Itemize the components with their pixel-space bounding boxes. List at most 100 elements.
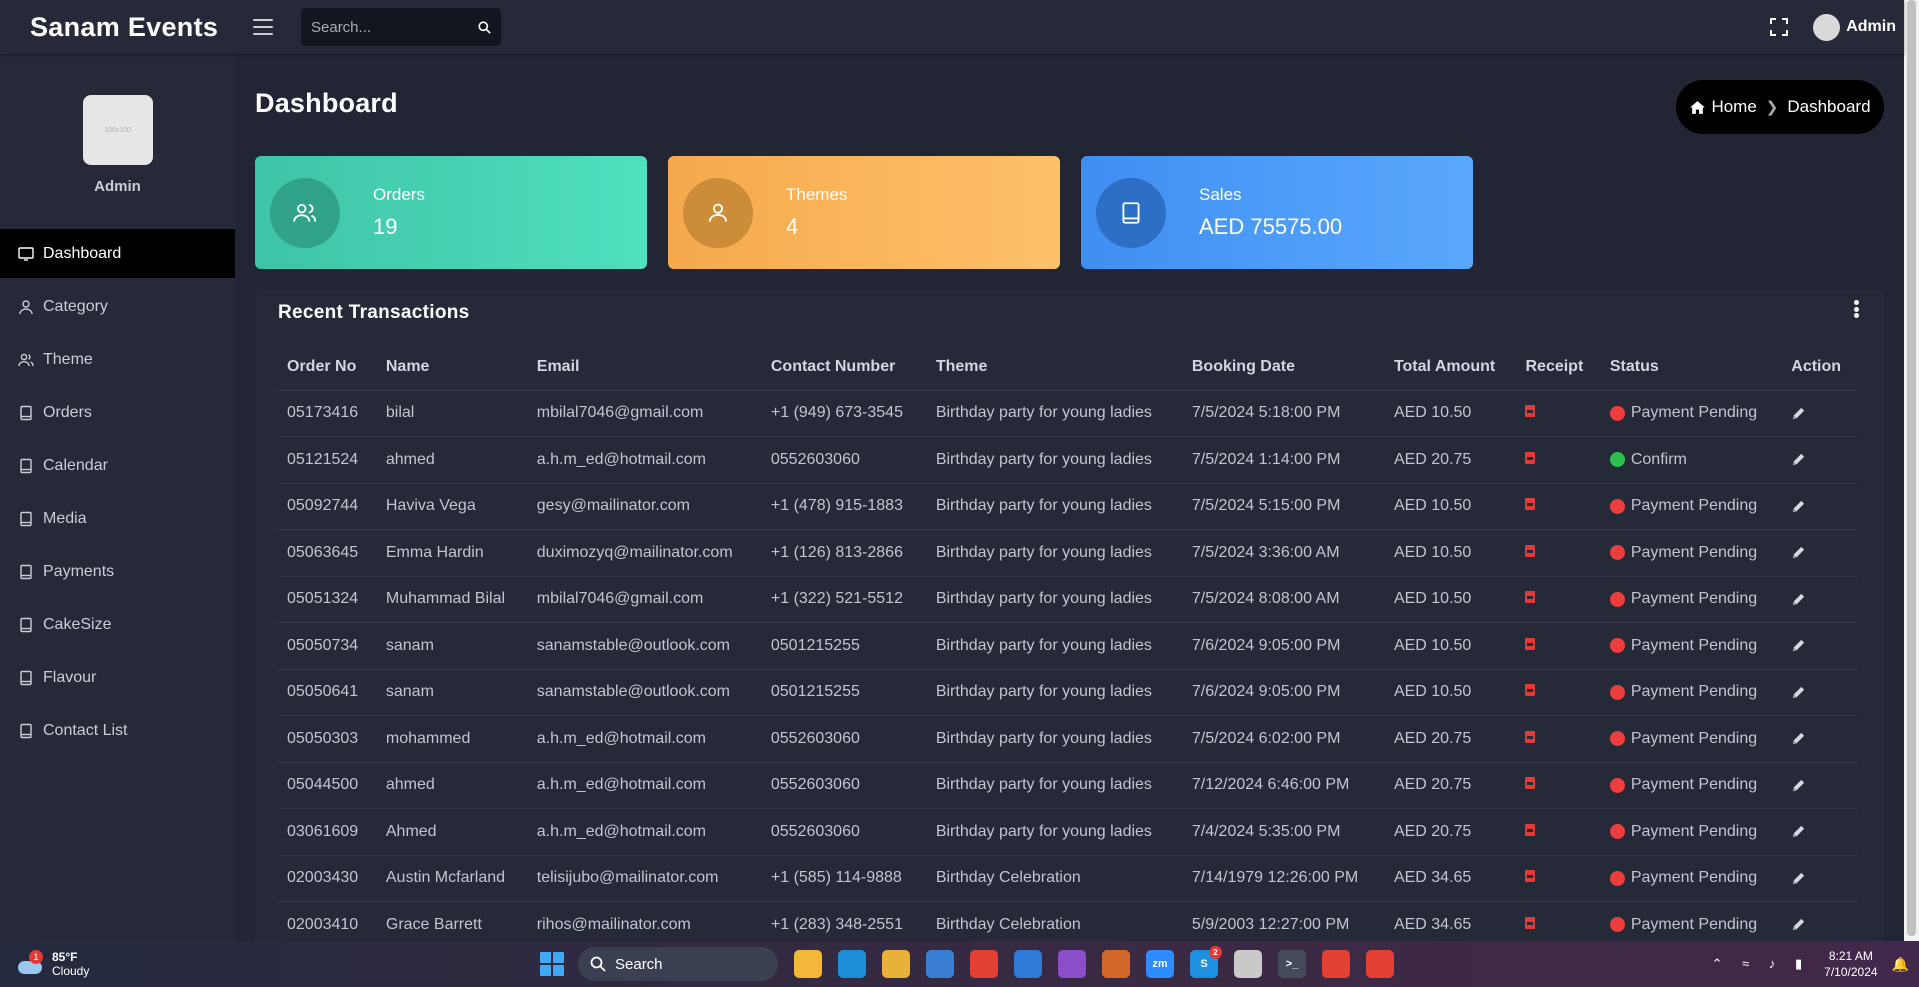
edit-pencil-icon[interactable] (1791, 452, 1847, 467)
windows-start-icon[interactable] (540, 952, 564, 976)
orders-card[interactable]: Orders 19 (255, 156, 647, 269)
fullscreen-icon[interactable] (1769, 17, 1789, 37)
edit-pencil-icon[interactable] (1791, 824, 1847, 839)
column-header[interactable]: Contact Number (760, 344, 926, 391)
contact-cell: 0552603060 (760, 808, 926, 856)
booking-date-cell: 7/5/2024 1:14:00 PM (1181, 436, 1384, 484)
edit-pencil-icon[interactable] (1791, 917, 1847, 932)
edit-pencil-icon[interactable] (1791, 406, 1847, 421)
pdf-icon[interactable] (1525, 591, 1536, 604)
sidebar-item-category[interactable]: Category (0, 282, 235, 331)
action-cell (1781, 855, 1857, 902)
receipt-cell (1515, 529, 1600, 577)
column-header[interactable]: Email (526, 344, 761, 391)
breadcrumb-home[interactable]: Home (1689, 97, 1757, 117)
notification-bell-icon[interactable]: 🔔 (1892, 956, 1909, 973)
visual-studio-icon[interactable] (1058, 950, 1086, 978)
pdf-icon[interactable] (1525, 451, 1536, 464)
pdf-icon[interactable] (1525, 405, 1536, 418)
search-input[interactable] (311, 18, 478, 36)
pdf-icon[interactable] (1525, 684, 1536, 697)
brand-title[interactable]: Sanam Events (0, 12, 236, 43)
sidebar-item-media[interactable]: Media (0, 494, 235, 543)
user-icon (19, 299, 33, 314)
pdf-icon[interactable] (1525, 730, 1536, 743)
edit-pencil-icon[interactable] (1791, 731, 1847, 746)
pdf-icon[interactable] (1525, 823, 1536, 836)
store-icon[interactable] (926, 950, 954, 978)
chrome-icon-3[interactable] (1366, 950, 1394, 978)
sidebar-item-label: Contact List (43, 721, 128, 739)
taskbar-search[interactable]: Search (578, 947, 778, 981)
sidebar-item-theme[interactable]: Theme (0, 335, 235, 384)
more-options-icon[interactable] (1854, 300, 1860, 318)
hamburger-menu-icon[interactable] (253, 19, 273, 35)
taskbar-search-label: Search (615, 955, 663, 973)
column-header[interactable]: Name (375, 344, 527, 391)
edit-pencil-icon[interactable] (1791, 871, 1847, 886)
column-header[interactable]: Status (1599, 344, 1782, 391)
book-icon (20, 405, 32, 420)
column-header[interactable]: Order No (277, 344, 376, 391)
chrome-icon-2[interactable] (1322, 950, 1350, 978)
zoom-icon[interactable]: zm (1146, 950, 1174, 978)
avatar[interactable] (1813, 13, 1841, 41)
edit-pencil-icon[interactable] (1791, 685, 1847, 700)
sidebar-item-orders[interactable]: Orders (0, 388, 235, 437)
scrollbar-thumb[interactable] (1907, 0, 1916, 936)
edit-pencil-icon[interactable] (1791, 499, 1847, 514)
contact-cell: +1 (322) 521-5512 (760, 576, 926, 623)
file-explorer-icon[interactable] (794, 950, 822, 978)
users-icon (18, 353, 34, 366)
column-header[interactable]: Booking Date (1181, 344, 1384, 391)
table-row: 05121524 ahmed a.h.m_ed@hotmail.com 0552603… (277, 436, 1857, 484)
sidebar-item-payments[interactable]: Payments (0, 547, 235, 596)
pdf-icon[interactable] (1525, 777, 1536, 790)
order-no-cell: 03061609 (277, 808, 376, 856)
sidebar-item-flavour[interactable]: Flavour (0, 653, 235, 702)
folder-icon[interactable] (882, 950, 910, 978)
admin-name[interactable]: Admin (1846, 18, 1896, 36)
status-badge: Payment Pending (1630, 543, 1758, 561)
sidebar-item-calendar[interactable]: Calendar (0, 441, 235, 490)
edit-pencil-icon[interactable] (1791, 638, 1847, 653)
themes-card[interactable]: Themes 4 (668, 156, 1060, 269)
column-header[interactable]: Theme (925, 344, 1182, 391)
name-cell: bilal (375, 390, 527, 437)
edit-pencil-icon[interactable] (1791, 778, 1847, 793)
chrome-icon[interactable] (970, 950, 998, 978)
mail-icon[interactable] (1014, 950, 1042, 978)
breadcrumb-home-label: Home (1711, 97, 1757, 116)
weather-widget[interactable]: 1 85°F Cloudy (0, 950, 540, 978)
sales-card[interactable]: Sales AED 75575.00 (1081, 156, 1473, 269)
edit-pencil-icon[interactable] (1791, 545, 1847, 560)
snipping-tool-icon[interactable] (1102, 950, 1130, 978)
column-header[interactable]: Action (1781, 344, 1857, 391)
order-no-cell: 05050734 (277, 622, 376, 670)
search-icon[interactable] (478, 20, 491, 34)
column-header[interactable]: Total Amount (1383, 344, 1516, 391)
skype-icon[interactable]: S2 (1190, 946, 1222, 978)
pdf-icon[interactable] (1525, 637, 1536, 650)
page-scrollbar[interactable] (1904, 0, 1919, 941)
edge-icon[interactable] (838, 950, 866, 978)
amount-cell: AED 10.50 (1383, 529, 1516, 577)
sidebar-item-contact-list[interactable]: Contact List (0, 706, 235, 755)
receipt-cell (1515, 715, 1600, 763)
sidebar-item-dashboard[interactable]: Dashboard (0, 229, 235, 278)
pdf-icon[interactable] (1525, 870, 1536, 883)
pdf-icon[interactable] (1525, 916, 1536, 929)
sidebar-item-label: Flavour (43, 668, 97, 686)
solitaire-icon[interactable] (1234, 950, 1262, 978)
column-header[interactable]: Receipt (1515, 344, 1600, 391)
clock[interactable]: 8:21 AM 7/10/2024 (1824, 948, 1877, 980)
pdf-icon[interactable] (1525, 544, 1536, 557)
tray-icons[interactable]: ⌃ ≈ ♪ ▮ (1712, 956, 1811, 972)
amount-cell: AED 20.75 (1383, 715, 1516, 763)
edit-pencil-icon[interactable] (1791, 592, 1847, 607)
status-dot-icon (1609, 405, 1625, 421)
terminal-icon[interactable]: >_ (1278, 950, 1306, 978)
pdf-icon[interactable] (1525, 498, 1536, 511)
name-cell: ahmed (375, 436, 527, 484)
sidebar-item-cakesize[interactable]: CakeSize (0, 600, 235, 649)
